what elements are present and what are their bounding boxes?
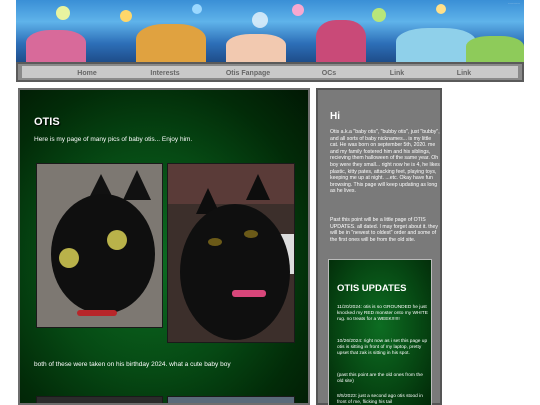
nav-link-1[interactable]: Link — [385, 70, 409, 77]
banner-coral-decoration — [26, 30, 86, 62]
cat-collar — [232, 290, 266, 297]
cat-eye — [244, 230, 258, 238]
updates-title: OTIS UPDATES — [337, 283, 407, 294]
cat-eye — [107, 230, 127, 250]
page-title: OTIS — [34, 116, 60, 128]
nav-otis-fanpage[interactable]: Otis Fanpage — [222, 70, 274, 77]
cat-eye — [59, 248, 79, 268]
banner-coral-decoration — [136, 24, 206, 62]
banner-coral-decoration — [466, 36, 524, 62]
sidebar-panel: Hi Otis a.k.a "baby otis", "bubby otis",… — [316, 88, 442, 405]
update-entry: 11/20/2024: otis is so GROUNDED he just … — [337, 305, 428, 323]
nav-bar-frame: Home Interests Otis Fanpage OCs Link Lin… — [16, 62, 524, 82]
about-text: Otis a.k.a "baby otis", "bubby otis", ju… — [330, 129, 440, 195]
update-entry: 8/5/2023: just a second ago otis stood i… — [337, 394, 423, 405]
otis-photo-1 — [36, 163, 163, 328]
update-entry: (past this point are the old ones from t… — [337, 373, 423, 385]
banner-flower-decoration — [252, 12, 268, 28]
cat-head — [180, 204, 290, 340]
banner-coral-decoration — [226, 34, 286, 62]
cat-collar — [77, 310, 117, 316]
banner-coral-decoration — [316, 20, 366, 62]
photo-caption: both of these were taken on his birthday… — [34, 361, 231, 368]
nav-interests[interactable]: Interests — [145, 70, 185, 77]
banner-flower-decoration — [120, 10, 132, 22]
nav-bar: Home Interests Otis Fanpage OCs Link Lin… — [22, 66, 518, 78]
cat-ear — [246, 174, 270, 200]
cat-ear — [123, 170, 151, 200]
sidebar-title: Hi — [330, 111, 340, 122]
header-banner — [16, 0, 524, 62]
update-entry: 10/26/2024: right now as i set this page… — [337, 339, 428, 357]
cat-eye — [208, 238, 222, 246]
banner-flower-decoration — [192, 4, 202, 14]
otis-photo-3 — [36, 396, 163, 403]
nav-link-2[interactable]: Link — [452, 70, 476, 77]
nav-home[interactable]: Home — [72, 70, 102, 77]
main-content-panel: OTIS Here is my page of many pics of bab… — [18, 88, 310, 405]
banner-flower-decoration — [292, 4, 304, 16]
intro-text: Here is my page of many pics of baby oti… — [34, 136, 193, 143]
photo-background — [168, 164, 294, 204]
otis-photo-2 — [167, 163, 295, 343]
banner-flower-decoration — [56, 6, 70, 20]
banner-flower-decoration — [436, 4, 446, 14]
updates-note-text: Past this point will be a little page of… — [330, 217, 439, 243]
updates-box: OTIS UPDATES 11/20/2024: otis is so GROU… — [328, 259, 432, 405]
corner-link[interactable]: --------- — [508, 0, 520, 5]
otis-photo-4 — [167, 396, 295, 403]
banner-coral-decoration — [396, 28, 476, 62]
banner-flower-decoration — [372, 8, 386, 22]
nav-ocs[interactable]: OCs — [317, 70, 341, 77]
